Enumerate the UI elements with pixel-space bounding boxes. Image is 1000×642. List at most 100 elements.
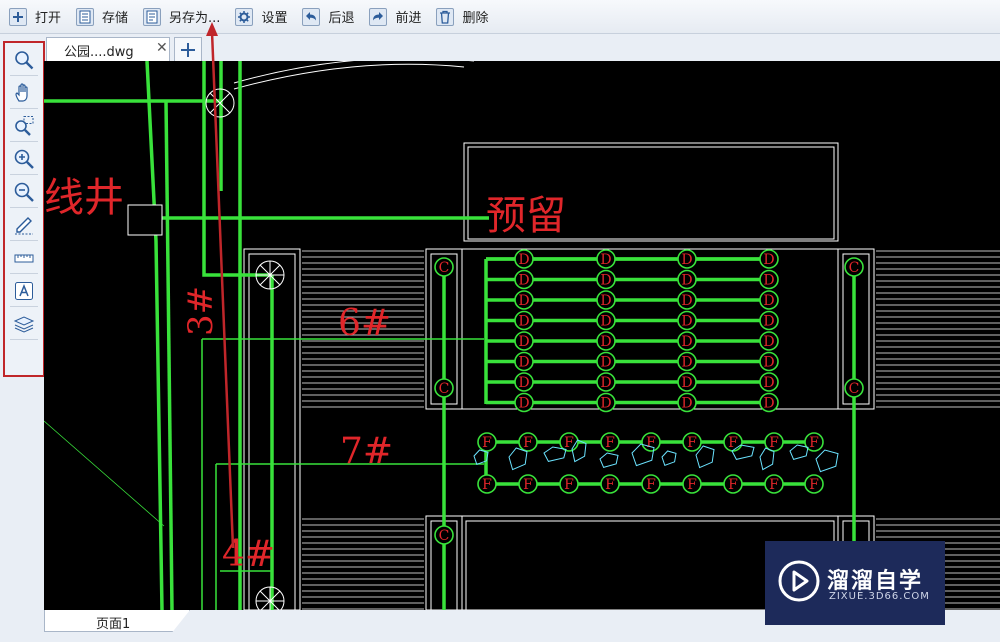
settings-button[interactable]: 设置 bbox=[226, 0, 293, 33]
layers-tool[interactable] bbox=[10, 309, 38, 340]
d-marker: D bbox=[677, 290, 697, 310]
rock-outline bbox=[543, 446, 567, 462]
text-a-icon bbox=[15, 282, 33, 300]
zoom-out-tool[interactable] bbox=[10, 177, 38, 208]
c-marker: C bbox=[434, 257, 454, 277]
svg-text:F: F bbox=[769, 477, 779, 493]
save-as-button[interactable]: 另存为... bbox=[134, 0, 226, 33]
svg-text:D: D bbox=[600, 396, 611, 412]
f-marker: F bbox=[600, 474, 620, 494]
svg-text:D: D bbox=[600, 334, 611, 350]
plus-icon bbox=[181, 42, 195, 57]
d-marker: D bbox=[677, 392, 697, 413]
tab-document-label: 公园....dwg bbox=[64, 45, 134, 60]
svg-text:D: D bbox=[518, 314, 529, 330]
f-marker: F bbox=[600, 432, 620, 452]
svg-text:F: F bbox=[482, 435, 492, 451]
f-marker: F bbox=[723, 474, 743, 494]
d-marker: D bbox=[596, 372, 616, 392]
svg-text:D: D bbox=[518, 396, 529, 412]
d-marker: D bbox=[514, 331, 534, 351]
zoom-in-icon bbox=[14, 149, 34, 169]
svg-text:F: F bbox=[482, 477, 492, 493]
magnifier-icon bbox=[15, 51, 34, 70]
d-marker: D bbox=[677, 269, 697, 290]
d-marker: D bbox=[759, 310, 779, 331]
svg-text:D: D bbox=[518, 375, 529, 391]
svg-text:D: D bbox=[763, 355, 774, 371]
new-tab-button[interactable] bbox=[174, 37, 202, 61]
redo-arrow-icon bbox=[369, 7, 388, 26]
gear-icon bbox=[235, 7, 254, 26]
forward-button[interactable]: 前进 bbox=[360, 0, 427, 33]
layers-icon bbox=[13, 316, 35, 333]
save-as-label: 另存为... bbox=[169, 11, 221, 26]
d-marker: D bbox=[514, 372, 534, 392]
open-label: 打开 bbox=[35, 11, 62, 26]
svg-text:F: F bbox=[687, 435, 697, 451]
measure-tool[interactable] bbox=[10, 243, 38, 274]
svg-text:C: C bbox=[439, 260, 450, 276]
tab-document[interactable]: 公园....dwg ✕ bbox=[46, 37, 170, 61]
d-marker: D bbox=[759, 331, 779, 351]
svg-text:F: F bbox=[687, 477, 697, 493]
drawing-canvas[interactable]: DDDDDDDDDDDDDDDDDDDDDDDDDDDDDDDDCCCCCFFF… bbox=[44, 61, 1000, 610]
svg-text:F: F bbox=[605, 435, 615, 451]
svg-text:D: D bbox=[518, 334, 529, 350]
delete-button[interactable]: 删除 bbox=[427, 0, 494, 33]
svg-text:D: D bbox=[518, 273, 529, 289]
d-marker: D bbox=[759, 372, 779, 392]
back-button[interactable]: 后退 bbox=[293, 0, 360, 33]
svg-text:D: D bbox=[763, 273, 774, 289]
zoom-window-icon bbox=[15, 116, 34, 136]
zoom-realtime-tool[interactable] bbox=[10, 45, 38, 76]
close-icon[interactable]: ✕ bbox=[156, 40, 168, 56]
d-marker: D bbox=[596, 269, 616, 290]
d-marker: D bbox=[596, 249, 616, 269]
document-tab-bar: 公园....dwg ✕ bbox=[44, 33, 1000, 61]
watermark-subtitle: ZIXUE.3D66.COM bbox=[829, 591, 930, 602]
svg-text:F: F bbox=[646, 435, 656, 451]
f-marker: F bbox=[764, 474, 784, 494]
d-marker: D bbox=[514, 249, 534, 269]
rock-outline bbox=[759, 447, 775, 471]
well-box bbox=[127, 204, 163, 236]
top-toolbar: 打开 存储 另存为... 设置 后退 前进 删除 bbox=[0, 0, 1000, 34]
svg-text:D: D bbox=[600, 293, 611, 309]
svg-text:D: D bbox=[518, 252, 529, 268]
svg-text:D: D bbox=[600, 314, 611, 330]
c-marker: C bbox=[434, 378, 454, 398]
label-7: 7# bbox=[340, 431, 393, 472]
pan-tool[interactable] bbox=[10, 78, 38, 109]
d-marker: D bbox=[759, 351, 779, 372]
f-marker: F bbox=[641, 432, 661, 452]
svg-text:D: D bbox=[681, 252, 692, 268]
head-markers: D D D DD D D DD D D DD D D DD D D DD D D DD D D DD D D DCCCCCFFF… bbox=[434, 249, 864, 545]
svg-text:F: F bbox=[809, 477, 819, 493]
open-button[interactable]: 打开 bbox=[0, 0, 67, 33]
svg-text:D: D bbox=[518, 355, 529, 371]
rock-outline bbox=[599, 452, 619, 469]
d-marker: D bbox=[596, 351, 616, 372]
d-marker: D bbox=[596, 310, 616, 331]
markup-pen-tool[interactable] bbox=[10, 210, 38, 241]
d-marker: D bbox=[514, 310, 534, 331]
tab-page1-label: 页面1 bbox=[96, 617, 131, 632]
zoom-in-tool[interactable] bbox=[10, 144, 38, 175]
tab-page1[interactable]: 页面1 bbox=[44, 610, 190, 632]
save-button[interactable]: 存储 bbox=[67, 0, 134, 33]
d-marker: D bbox=[677, 351, 697, 372]
c-marker: C bbox=[844, 257, 864, 277]
zoom-out-icon bbox=[14, 182, 34, 202]
svg-text:D: D bbox=[763, 375, 774, 391]
hand-icon bbox=[15, 83, 28, 102]
d-marker: D bbox=[514, 269, 534, 290]
play-logo-icon bbox=[778, 560, 820, 602]
svg-text:D: D bbox=[600, 273, 611, 289]
rock-outline bbox=[815, 449, 839, 473]
d-marker: D bbox=[514, 290, 534, 310]
svg-text:D: D bbox=[681, 293, 692, 309]
text-tool[interactable] bbox=[10, 276, 38, 307]
zoom-window-tool[interactable] bbox=[10, 111, 38, 142]
svg-text:D: D bbox=[681, 375, 692, 391]
